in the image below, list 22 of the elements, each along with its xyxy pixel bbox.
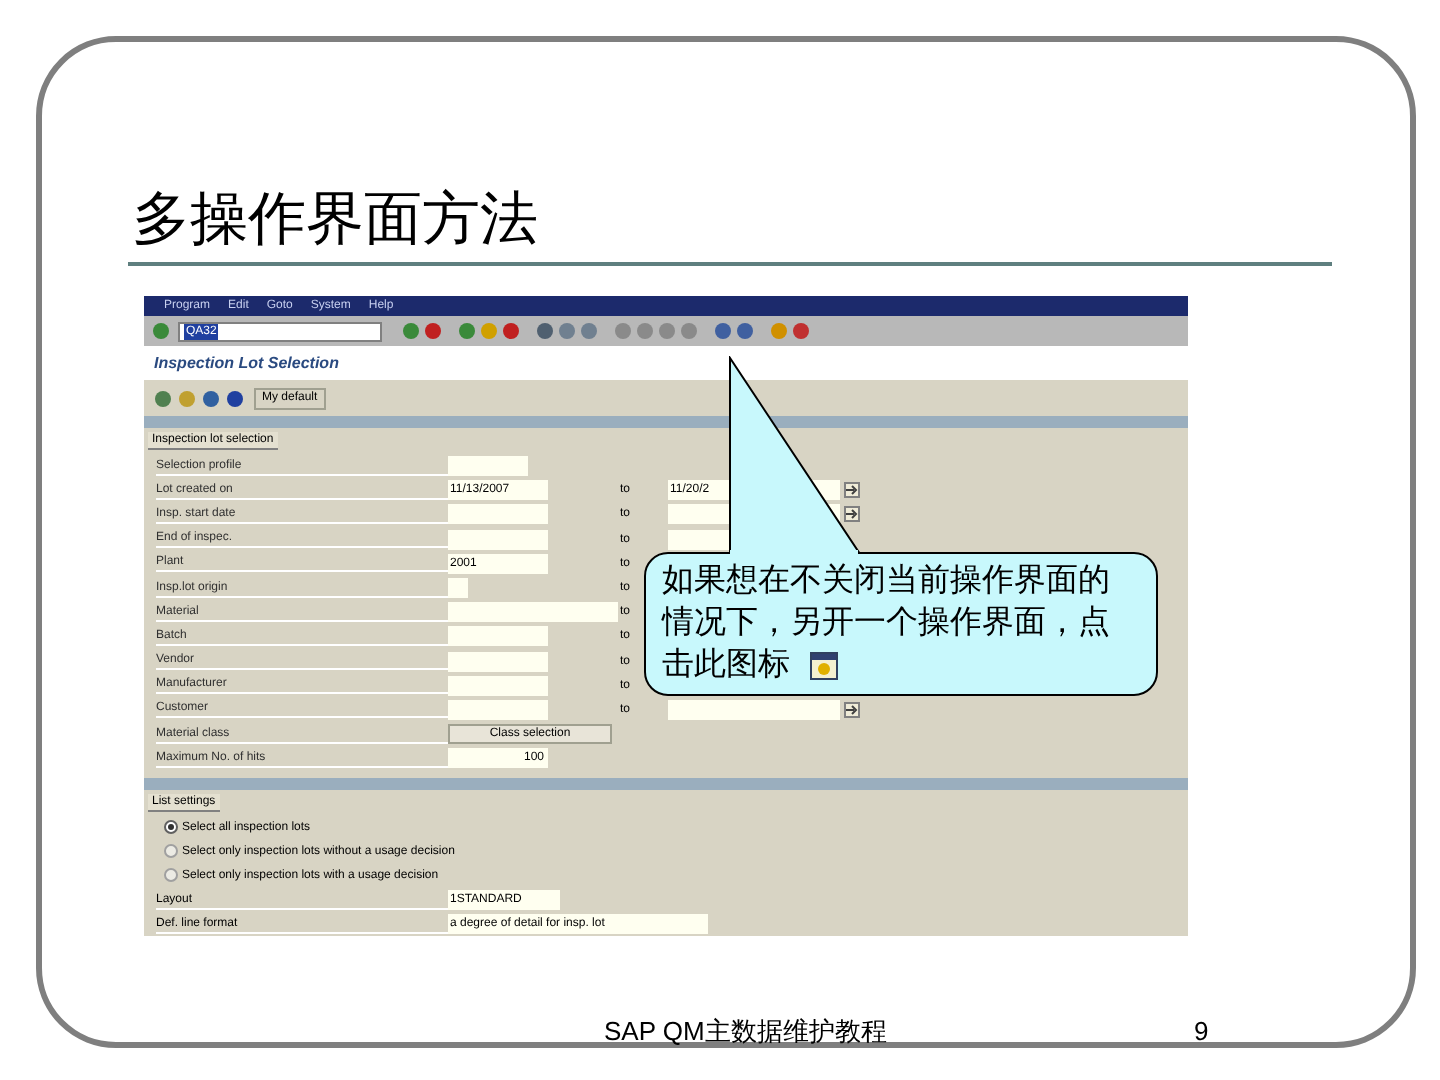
arrow-icon[interactable] [844,482,860,499]
page-number: 9 [1194,1016,1209,1048]
input-field[interactable] [448,602,618,623]
arrow-icon[interactable] [844,506,860,523]
input-field[interactable] [448,456,528,477]
input-field[interactable] [668,699,840,720]
radio-button[interactable] [164,868,178,883]
radio-button[interactable] [164,844,178,859]
slide-footer: SAP QM主数据维护教程 [604,1016,887,1048]
input-field[interactable] [448,578,468,599]
slide-title: 多操作界面方法 [132,186,538,256]
input-field[interactable] [448,675,548,696]
window-icon[interactable] [810,651,838,680]
input-field[interactable] [448,504,548,525]
screen-title: Inspection Lot Selection [154,353,339,373]
input-field[interactable] [448,529,548,550]
callout-text: 如果想在不关闭当前操作界面的情况下，另开一个操作界面，点击此图标 [662,561,1112,686]
arrow-icon[interactable] [844,701,860,718]
radio-button[interactable] [164,820,178,835]
input-field[interactable] [448,626,548,647]
input-field[interactable] [448,651,548,672]
input-field[interactable] [448,699,548,720]
